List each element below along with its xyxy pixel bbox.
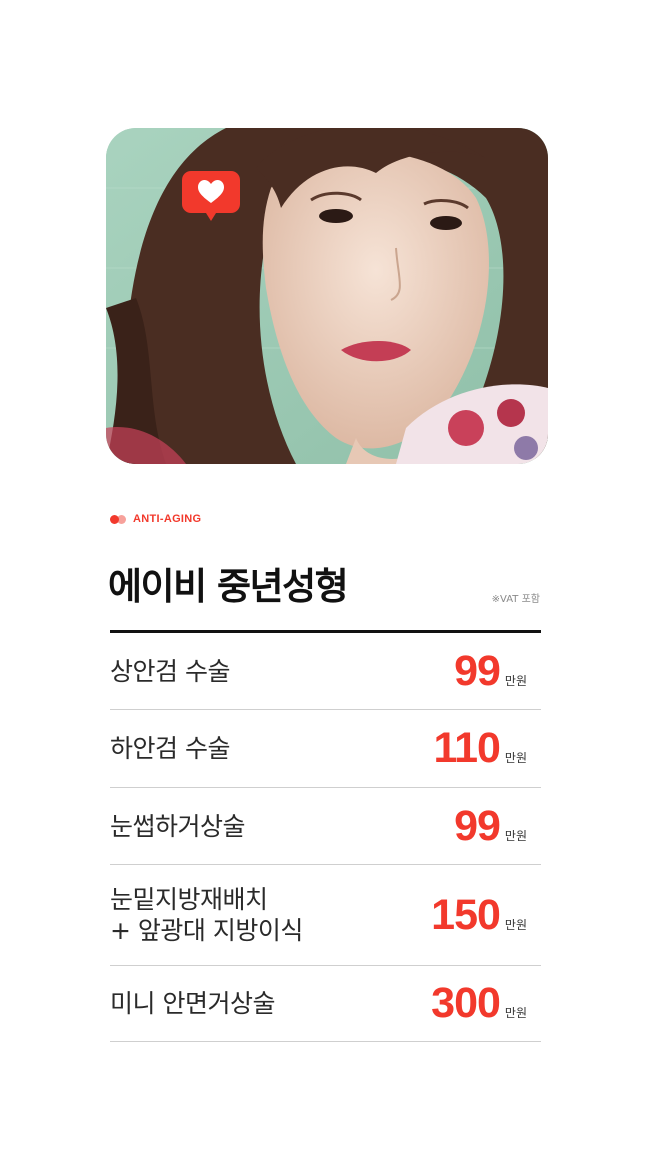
price: 99 만원 — [454, 802, 527, 851]
tag-dots-icon — [110, 514, 127, 524]
price-row: 미니 안면거상술 300 만원 — [110, 966, 541, 1042]
price-row: 눈썹하거상술 99 만원 — [110, 788, 541, 865]
category-tag: ANTI-AGING — [110, 513, 201, 525]
price-value: 99 — [454, 801, 501, 850]
price-value: 150 — [431, 890, 501, 939]
price-value: 99 — [454, 646, 501, 695]
portrait-photo — [106, 128, 548, 464]
price-unit: 만원 — [504, 673, 527, 688]
procedure-name: 미니 안면거상술 — [110, 989, 275, 1018]
price-row: 하안검 수술 110 만원 — [110, 710, 541, 788]
procedure-name: 상안검 수술 — [110, 656, 230, 686]
category-tag-label: ANTI-AGING — [133, 513, 202, 525]
price-unit: 만원 — [504, 751, 527, 765]
price: 110 만원 — [434, 724, 527, 773]
price-value: 110 — [433, 724, 501, 772]
procedure-name: 눈썹하거상술 — [110, 811, 246, 841]
heart-badge — [182, 171, 240, 223]
price-unit: 만원 — [504, 828, 527, 843]
vat-note: ※VAT 포함 — [491, 594, 540, 605]
page-title: 에이비 중년성형 — [108, 565, 349, 608]
heart-icon — [182, 171, 240, 221]
price-row: 상안검 수술 99 만원 — [110, 633, 541, 710]
price: 99 만원 — [454, 647, 527, 696]
price: 150 만원 — [431, 891, 527, 940]
price-value: 300 — [431, 979, 501, 1027]
price-row: 눈밑지방재배치 + 앞광대 지방이식 150 만원 — [110, 865, 541, 966]
price-unit: 만원 — [504, 1006, 527, 1020]
price: 300 만원 — [431, 979, 527, 1028]
price-unit: 만원 — [504, 917, 527, 932]
procedure-name: 눈밑지방재배치 + 앞광대 지방이식 — [110, 885, 303, 945]
procedure-name: 하안검 수술 — [110, 734, 230, 763]
price-list: 상안검 수술 99 만원 하안검 수술 110 만원 눈썹하거상술 99 만원 … — [110, 633, 541, 1042]
